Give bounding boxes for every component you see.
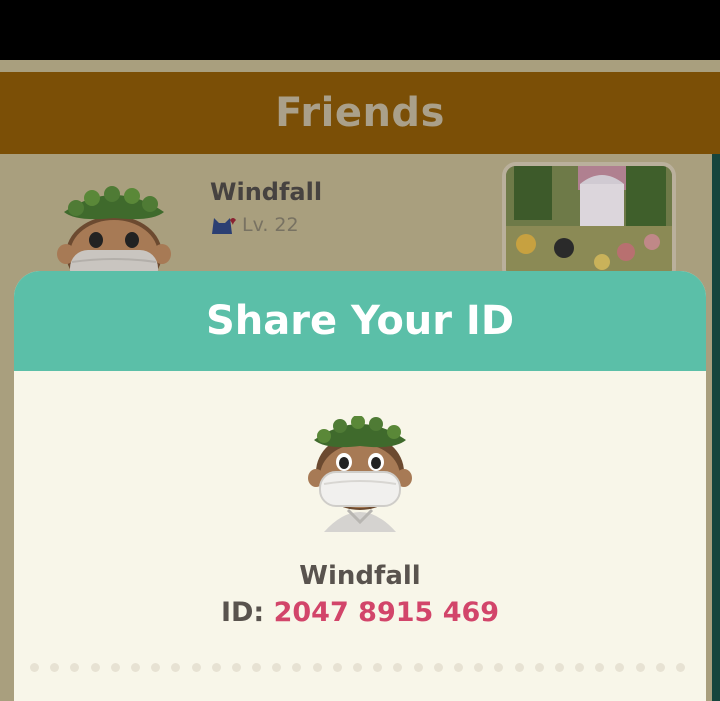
player-id-label: ID: <box>220 597 265 628</box>
divider-dot <box>393 663 403 672</box>
divider-dot <box>615 663 625 672</box>
right-edge-strip <box>712 154 720 701</box>
status-bar <box>0 0 720 60</box>
divider-dot <box>90 663 100 672</box>
friends-title: Friends <box>275 90 445 136</box>
divider-dot <box>70 663 80 672</box>
divider-dot <box>130 663 140 672</box>
divider-dot <box>676 663 685 672</box>
divider-dot <box>191 663 201 672</box>
divider-dot <box>353 663 362 672</box>
player-avatar <box>308 416 412 532</box>
campsite-image <box>506 166 672 278</box>
divider-dot <box>292 663 302 672</box>
divider-dot <box>575 663 585 672</box>
divider-dot <box>635 663 645 672</box>
divider-dot <box>312 663 322 672</box>
divider-dot <box>332 663 342 672</box>
friend-level-text: Lv. 22 <box>242 214 299 236</box>
player-name: Windfall <box>299 561 421 591</box>
player-id: ID: 2047 8915 469 <box>14 597 706 628</box>
friends-header: Friends <box>0 72 720 154</box>
divider-dot <box>413 663 423 672</box>
divider-dot <box>231 663 241 672</box>
friend-level: Lv. 22 <box>210 214 299 236</box>
divider-dot <box>110 663 120 672</box>
divider-dot <box>453 663 463 672</box>
divider-dot <box>595 663 605 672</box>
divider-dot <box>252 663 262 672</box>
player-id-value[interactable]: 2047 8915 469 <box>274 597 499 628</box>
share-id-title: Share Your ID <box>205 298 515 344</box>
divider-dot <box>30 663 39 672</box>
divider-dot <box>655 663 665 672</box>
divider-dot <box>494 663 504 672</box>
cat-icon <box>212 218 236 234</box>
divider-dot <box>373 663 383 672</box>
divider-dot <box>272 663 282 672</box>
divider-dot <box>433 663 443 672</box>
divider-dot <box>534 663 544 672</box>
friend-name: Windfall <box>210 178 323 206</box>
divider-dot <box>211 663 221 672</box>
share-id-header: Share Your ID <box>14 271 706 371</box>
divider-dot <box>151 663 161 672</box>
friend-campsite-photo[interactable] <box>502 162 676 282</box>
divider-dot <box>50 663 60 672</box>
share-id-dialog: Share Your ID Windfall ID: 2047 8915 469 <box>14 271 706 701</box>
dotted-divider <box>30 663 685 672</box>
divider-dot <box>514 663 524 672</box>
divider-dot <box>171 663 181 672</box>
divider-dot <box>554 663 564 672</box>
divider-dot <box>474 663 484 672</box>
